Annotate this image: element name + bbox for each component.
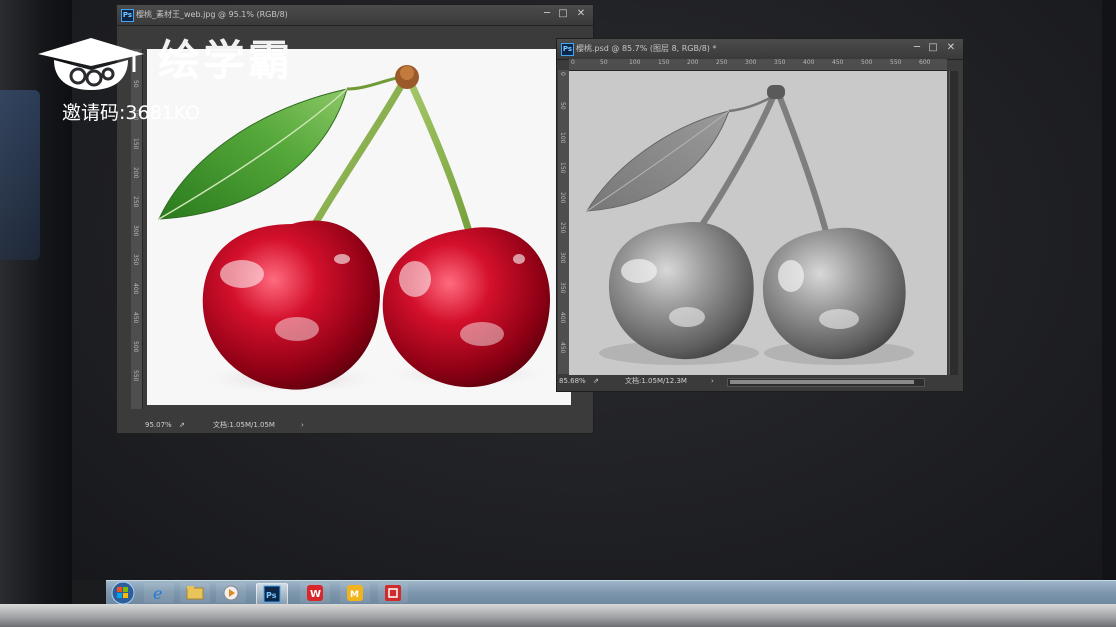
close-button[interactable]: ✕ bbox=[575, 8, 587, 20]
ruler-tick-label: 200 bbox=[559, 192, 566, 204]
document-size: 文档:1.05M/12.3M bbox=[625, 377, 687, 385]
cherry-image-grayscale bbox=[586, 85, 914, 365]
brand-logo-icon bbox=[38, 38, 144, 90]
background-object bbox=[0, 90, 40, 260]
ruler-tick-label: 350 bbox=[774, 59, 786, 66]
ruler-tick-label: 250 bbox=[716, 59, 728, 66]
minimize-button[interactable]: ─ bbox=[911, 42, 923, 54]
ruler-tick-label: 450 bbox=[559, 342, 566, 354]
maximize-button[interactable]: □ bbox=[557, 8, 569, 20]
zoom-level[interactable]: 85.68% bbox=[559, 375, 586, 388]
export-icon: ⇗ bbox=[593, 377, 599, 385]
ruler-tick-label: 400 bbox=[132, 283, 139, 295]
red-app-icon[interactable] bbox=[378, 583, 408, 603]
ruler-tick-label: 250 bbox=[559, 222, 566, 234]
ruler-tick-label: 550 bbox=[132, 370, 139, 382]
ruler-tick-label: 0 bbox=[559, 72, 566, 76]
file-explorer-icon[interactable] bbox=[180, 583, 210, 603]
ruler-tick-label: 300 bbox=[559, 252, 566, 264]
video-app-icon[interactable]: M bbox=[340, 583, 370, 603]
export-icon: ⇗ bbox=[179, 421, 185, 429]
image-canvas-color[interactable] bbox=[147, 49, 571, 405]
ruler-tick-label: 300 bbox=[132, 225, 139, 237]
ruler-tick-label: 150 bbox=[559, 162, 566, 174]
windows-taskbar: e Ps W M bbox=[106, 580, 1116, 605]
ruler-tick-label: 350 bbox=[559, 282, 566, 294]
ruler-tick-label: 50 bbox=[600, 59, 608, 66]
photoshop-document-window-edit[interactable]: Ps 樱桃.psd @ 85.7% (图层 8, RGB/8) * ─ □ ✕ … bbox=[556, 38, 964, 392]
close-button[interactable]: ✕ bbox=[945, 42, 957, 54]
minimize-button[interactable]: ─ bbox=[541, 8, 553, 20]
window-titlebar[interactable]: Ps 樱桃_素材王_web.jpg @ 95.1% (RGB/8) ─ □ ✕ bbox=[117, 5, 593, 26]
ruler-tick-label: 300 bbox=[745, 59, 757, 66]
ruler-tick-label: 400 bbox=[559, 312, 566, 324]
svg-text:e: e bbox=[153, 584, 162, 603]
cherry-image-color bbox=[158, 65, 552, 395]
start-orb[interactable] bbox=[110, 581, 136, 605]
ruler-tick-label: 250 bbox=[132, 196, 139, 208]
ruler-tick-label: 100 bbox=[629, 59, 641, 66]
ruler-tick-label: 550 bbox=[890, 59, 902, 66]
maximize-button[interactable]: □ bbox=[927, 42, 939, 54]
status-menu-arrow[interactable]: › bbox=[711, 375, 714, 388]
scrollbar-thumb[interactable] bbox=[730, 380, 914, 384]
ruler-tick-label: 150 bbox=[658, 59, 670, 66]
ruler-tick-label: 100 bbox=[559, 132, 566, 144]
window-title: 樱桃.psd @ 85.7% (图层 8, RGB/8) * bbox=[576, 44, 717, 53]
monitor-bottom-bezel bbox=[0, 604, 1116, 627]
status-menu-arrow[interactable]: › bbox=[301, 419, 304, 432]
horizontal-scrollbar[interactable] bbox=[727, 378, 925, 387]
vertical-scrollbar[interactable] bbox=[949, 71, 958, 375]
document-size: 文档:1.05M/1.05M bbox=[213, 421, 275, 429]
wps-writer-icon[interactable]: W bbox=[300, 583, 330, 603]
window-titlebar[interactable]: Ps 樱桃.psd @ 85.7% (图层 8, RGB/8) * ─ □ ✕ bbox=[557, 39, 963, 60]
svg-text:Ps: Ps bbox=[266, 591, 277, 600]
watermark-invite-code: 邀请码:3681KO bbox=[62, 102, 201, 124]
ruler-tick-label: 150 bbox=[132, 138, 139, 150]
zoom-level[interactable]: 95.07% bbox=[145, 419, 172, 432]
ruler-tick-label: 350 bbox=[132, 254, 139, 266]
image-canvas-grayscale[interactable] bbox=[569, 71, 947, 375]
ruler-tick-label: 50 bbox=[559, 102, 566, 110]
ruler-tick-label: 400 bbox=[803, 59, 815, 66]
photoshop-icon: Ps bbox=[561, 43, 574, 56]
taskbar-photoshop-button[interactable]: Ps bbox=[256, 583, 288, 605]
ruler-tick-label: 200 bbox=[132, 167, 139, 179]
photoshop-icon: Ps bbox=[121, 9, 134, 22]
ruler-tick-label: 500 bbox=[861, 59, 873, 66]
internet-explorer-icon[interactable]: e bbox=[144, 583, 174, 603]
ruler-tick-label: 450 bbox=[832, 59, 844, 66]
ruler-tick-label: 0 bbox=[571, 59, 575, 66]
ruler-tick-label: 450 bbox=[132, 312, 139, 324]
ruler-tick-label: 500 bbox=[132, 341, 139, 353]
svg-text:W: W bbox=[310, 589, 321, 600]
horizontal-ruler[interactable]: 0 50 100 150 200 250 300 350 400 450 500 550 600 bbox=[569, 59, 947, 71]
monitor-right-edge bbox=[1102, 0, 1116, 627]
ruler-tick-label: 600 bbox=[919, 59, 931, 66]
status-bar: 95.07% ⇗ 文档:1.05M/1.05M › bbox=[145, 419, 585, 432]
svg-text:M: M bbox=[350, 590, 359, 600]
window-title: 樱桃_素材王_web.jpg @ 95.1% (RGB/8) bbox=[136, 10, 288, 19]
media-player-icon[interactable] bbox=[216, 583, 246, 603]
ruler-tick-label: 200 bbox=[687, 59, 699, 66]
watermark-brand-name: 绘学霸 bbox=[158, 36, 294, 85]
